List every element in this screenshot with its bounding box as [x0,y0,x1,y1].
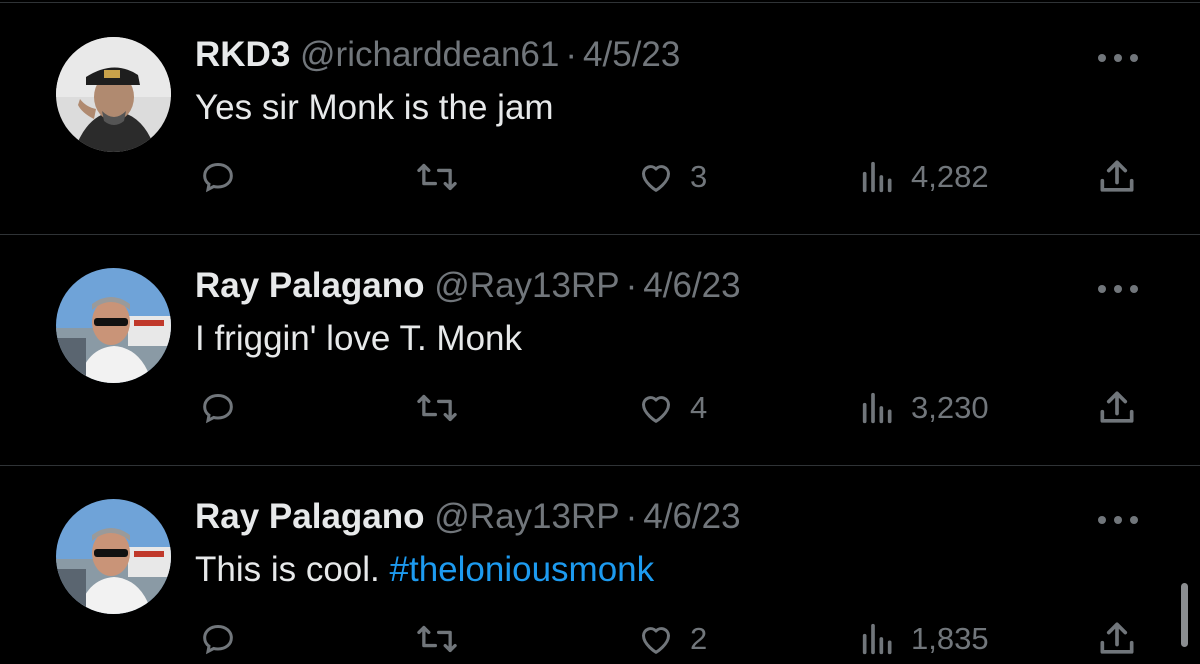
like-count: 4 [690,390,708,425]
views-button[interactable]: 4,282 [859,152,989,202]
user-handle[interactable]: @Ray13RP [434,497,619,536]
view-count: 4,282 [911,159,989,194]
views-button[interactable]: 1,835 [859,614,989,664]
like-count: 3 [690,159,708,194]
heart-icon [642,165,670,192]
timestamp[interactable]: 4/5/23 [583,35,680,74]
reply-button[interactable] [198,614,238,664]
share-button[interactable] [1095,383,1139,433]
separator-dot: · [625,497,638,536]
reply-button[interactable] [198,383,238,433]
more-options-icon[interactable] [1098,54,1140,64]
more-options-icon[interactable] [1098,516,1140,526]
retweet-icon [417,625,457,653]
like-count: 2 [690,621,708,656]
views-icon [862,623,892,655]
view-count: 3,230 [911,390,989,425]
share-icon [1100,622,1134,654]
tweet-text-content: This is cool. [195,550,390,589]
heart-icon [642,396,670,423]
avatar[interactable] [56,499,171,614]
separator-dot: · [625,266,638,305]
share-icon [1100,391,1134,423]
avatar[interactable] [56,37,171,152]
display-name[interactable]: Ray Palagano [195,266,425,305]
hashtag-link[interactable]: #theloniousmonk [390,550,655,589]
avatar[interactable] [56,268,171,383]
retweet-icon [417,394,457,422]
tweet-header: Ray Palagano @Ray13RP · 4/6/23 [195,261,741,311]
user-handle[interactable]: @richarddean61 [300,35,559,74]
tweet-header: RKD3 @richarddean61 · 4/5/23 [195,30,680,80]
share-button[interactable] [1095,614,1139,664]
tweet-text: This is cool. #theloniousmonk [195,545,654,595]
separator-dot: · [565,35,577,74]
reply-tweet[interactable]: Ray Palagano @Ray13RP · 4/6/23 I friggin' … [0,235,1200,465]
tweet-text-content: I friggin' love T. Monk [195,319,523,358]
tweet-text-content: Yes sir Monk is the jam [195,88,554,127]
display-name[interactable]: Ray Palagano [195,497,425,536]
views-icon [862,161,892,193]
retweet-button[interactable] [414,152,460,202]
view-count: 1,835 [911,621,989,656]
more-options-icon[interactable] [1098,285,1140,295]
like-button[interactable]: 4 [636,383,707,433]
reply-tweet[interactable]: RKD3 @richarddean61 · 4/5/23 Yes sir Monk … [0,4,1200,234]
reply-icon [203,624,233,655]
action-bar: 2 1,835 [0,614,1200,664]
retweet-button[interactable] [414,383,460,433]
timestamp[interactable]: 4/6/23 [643,497,740,536]
heart-icon [642,627,670,654]
like-button[interactable]: 3 [636,152,707,202]
tweet-text: I friggin' love T. Monk [195,314,522,364]
display-name[interactable]: RKD3 [195,35,290,74]
reply-tweet[interactable]: Ray Palagano @Ray13RP · 4/6/23 This is coo… [0,466,1200,656]
timestamp[interactable]: 4/6/23 [643,266,740,305]
like-button[interactable]: 2 [636,614,707,664]
share-icon [1100,160,1134,192]
scrollbar[interactable] [1181,583,1188,647]
tweet-text: Yes sir Monk is the jam [195,83,554,133]
share-button[interactable] [1095,152,1139,202]
tweet-header: Ray Palagano @Ray13RP · 4/6/23 [195,492,741,542]
reply-icon [203,162,233,193]
action-bar: 3 4,282 [0,152,1200,202]
reply-icon [203,393,233,424]
action-bar: 4 3,230 [0,383,1200,433]
reply-button[interactable] [198,152,238,202]
retweet-button[interactable] [414,614,460,664]
views-icon [862,392,892,424]
retweet-icon [417,163,457,191]
user-handle[interactable]: @Ray13RP [434,266,619,305]
views-button[interactable]: 3,230 [859,383,989,433]
